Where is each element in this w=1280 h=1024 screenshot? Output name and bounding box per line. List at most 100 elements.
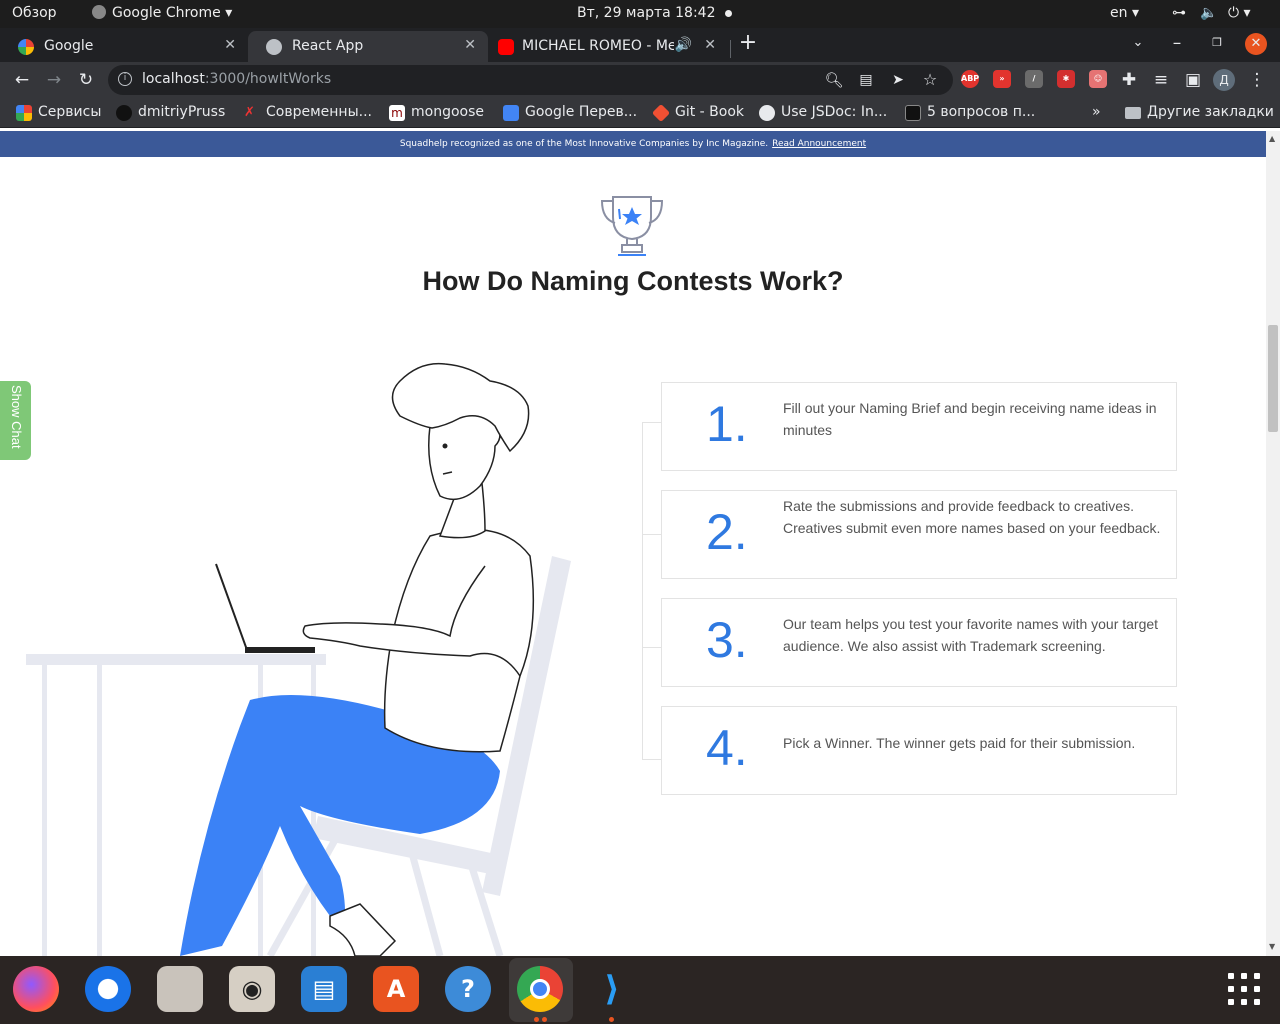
tab-youtube[interactable]: MICHAEL ROMEO - Me 🔊 ✕ bbox=[488, 31, 728, 62]
rail-tick bbox=[642, 422, 661, 423]
step-number: 4. bbox=[706, 720, 748, 776]
profile-avatar[interactable]: Д bbox=[1213, 69, 1235, 91]
bookmark-services[interactable]: Сервисы bbox=[16, 104, 102, 121]
help-icon[interactable]: ? bbox=[445, 966, 491, 1012]
volume-icon[interactable]: 🔈 bbox=[1200, 5, 1217, 21]
close-tab-icon[interactable]: ✕ bbox=[224, 37, 236, 53]
audio-playing-icon[interactable]: 🔊 bbox=[675, 37, 692, 53]
minimize-icon[interactable]: – bbox=[1165, 31, 1189, 55]
scroll-down-icon[interactable]: ▼ bbox=[1269, 942, 1275, 951]
close-tab-icon[interactable]: ✕ bbox=[464, 37, 476, 53]
info-icon[interactable]: i bbox=[118, 72, 132, 86]
show-applications-icon[interactable] bbox=[1228, 973, 1260, 1005]
notification-dot-icon bbox=[725, 9, 733, 17]
back-icon[interactable]: ← bbox=[10, 68, 34, 92]
bookmark-mongoose[interactable]: m mongoose bbox=[389, 104, 484, 121]
url-text: localhost:3000/howItWorks bbox=[142, 71, 331, 87]
bookmark-github[interactable]: dmitriyPruss bbox=[116, 104, 225, 121]
writer-icon[interactable]: ▤ bbox=[301, 966, 347, 1012]
extension-person-icon[interactable]: ☺ bbox=[1089, 70, 1107, 88]
show-chat-button[interactable]: Show Chat bbox=[0, 381, 31, 460]
tab-strip-icon[interactable]: ▤ bbox=[854, 68, 878, 92]
step-card-4: 4. Pick a Winner. The winner gets paid f… bbox=[661, 706, 1177, 795]
software-icon[interactable]: A bbox=[373, 966, 419, 1012]
bookmark-jsdoc[interactable]: Use JSDoc: In... bbox=[759, 104, 887, 121]
bookmark-other[interactable]: Другие закладки bbox=[1125, 104, 1274, 120]
chrome-icon[interactable] bbox=[517, 966, 563, 1012]
app-menu[interactable]: Google Chrome ▾ bbox=[92, 5, 232, 21]
close-tab-icon[interactable]: ✕ bbox=[704, 37, 716, 53]
read-announcement-link[interactable]: Read Announcement bbox=[772, 139, 866, 149]
step-card-3: 3. Our team helps you test your favorite… bbox=[661, 598, 1177, 687]
thunderbird-icon[interactable] bbox=[85, 966, 131, 1012]
running-indicator bbox=[534, 1017, 539, 1022]
tab-search-icon[interactable]: ⌄ bbox=[1126, 31, 1150, 55]
url-host: localhost bbox=[142, 71, 205, 87]
restore-icon[interactable]: ❐ bbox=[1205, 31, 1229, 55]
bookmarks-bar: Сервисы dmitriyPruss ✗ Современны... m mon… bbox=[0, 98, 1280, 128]
rail-tick bbox=[642, 534, 661, 535]
clock-label: Вт, 29 марта 18:42 bbox=[577, 5, 716, 21]
reload-icon[interactable]: ↻ bbox=[74, 68, 98, 92]
scrollbar-thumb[interactable] bbox=[1268, 325, 1278, 432]
step-number: 3. bbox=[706, 612, 748, 668]
address-bar[interactable]: i localhost:3000/howItWorks 🔍︎ ▤ ➤ ☆ bbox=[108, 65, 953, 95]
vscode-icon[interactable]: ⟩ bbox=[589, 966, 635, 1012]
globe-icon bbox=[266, 39, 282, 55]
step-text: Our team helps you test your favorite na… bbox=[783, 616, 1159, 654]
star-icon[interactable]: ☆ bbox=[918, 68, 942, 92]
tab-react-app[interactable]: React App ✕ bbox=[248, 31, 488, 62]
vscode-glyph: ⟩ bbox=[604, 969, 620, 1009]
bookmark-git-book[interactable]: Git - Book bbox=[651, 103, 744, 123]
red-x-icon: ✗ bbox=[244, 105, 255, 120]
bookmark-label: Современны... bbox=[266, 104, 372, 120]
language-selector[interactable]: en ▾ bbox=[1110, 5, 1139, 21]
tab-google[interactable]: Google ✕ bbox=[0, 31, 248, 62]
bookmark-label: Сервисы bbox=[38, 104, 102, 120]
person-laptop-illustration bbox=[26, 362, 571, 956]
bookmarks-overflow-icon[interactable]: » bbox=[1092, 104, 1101, 120]
step-number: 2. bbox=[706, 504, 748, 560]
bookmark-translate[interactable]: Google Перев... bbox=[503, 104, 637, 121]
media-control-icon[interactable]: ≡ bbox=[1149, 68, 1173, 92]
caret-down-icon: ▾ bbox=[1131, 5, 1139, 21]
extension-pen-icon[interactable]: / bbox=[1025, 70, 1043, 88]
bookmark-label: Другие закладки bbox=[1147, 104, 1274, 120]
rhythmbox-icon[interactable]: ◉ bbox=[229, 966, 275, 1012]
bookmark-questions[interactable]: 5 вопросов п... bbox=[905, 104, 1036, 121]
scroll-up-icon[interactable]: ▲ bbox=[1269, 134, 1275, 143]
clock[interactable]: Вт, 29 марта 18:42 bbox=[577, 5, 733, 21]
tab-label: React App bbox=[292, 38, 364, 54]
git-icon bbox=[651, 103, 671, 123]
firefox-icon[interactable] bbox=[13, 966, 59, 1012]
google-translate-icon bbox=[503, 105, 519, 121]
rail-tick bbox=[642, 647, 661, 648]
adblock-icon[interactable]: ABP bbox=[961, 70, 979, 88]
bookmark-label: 5 вопросов п... bbox=[927, 104, 1036, 120]
step-card-2: 2. Rate the submissions and provide feed… bbox=[661, 490, 1177, 579]
network-icon[interactable]: ⊶ bbox=[1172, 5, 1186, 21]
page-scrollbar[interactable]: ▲ ▼ bbox=[1266, 131, 1280, 956]
extension-red-icon[interactable]: » bbox=[993, 70, 1011, 88]
dock: ◉ ▤ A ? ⟩ bbox=[0, 956, 1280, 1024]
forward-icon[interactable]: → bbox=[42, 68, 66, 92]
apps-grid-icon bbox=[16, 105, 32, 121]
show-chat-label: Show Chat bbox=[9, 385, 24, 449]
running-indicator bbox=[609, 1017, 614, 1022]
page-title: How Do Naming Contests Work? bbox=[422, 266, 844, 296]
extensions-puzzle-icon[interactable]: ✚ bbox=[1117, 68, 1141, 92]
send-icon[interactable]: ➤ bbox=[886, 68, 910, 92]
announcement-banner: Squadhelp recognized as one of the Most … bbox=[0, 131, 1266, 157]
power-icon[interactable]: ⏻ ▾ bbox=[1228, 5, 1251, 21]
extension-bug-icon[interactable]: ✱ bbox=[1057, 70, 1075, 88]
bookmark-modern[interactable]: ✗ Современны... bbox=[244, 104, 372, 120]
activities-button[interactable]: Обзор bbox=[12, 5, 57, 21]
menu-kebab-icon[interactable]: ⋮ bbox=[1245, 68, 1269, 92]
youtube-icon bbox=[498, 39, 514, 55]
new-tab-icon[interactable]: + bbox=[736, 31, 760, 55]
reading-list-icon[interactable]: ▣ bbox=[1181, 68, 1205, 92]
zoom-icon[interactable]: 🔍︎ bbox=[822, 68, 846, 92]
files-icon[interactable] bbox=[157, 966, 203, 1012]
github-icon bbox=[116, 105, 132, 121]
close-window-icon[interactable]: ✕ bbox=[1245, 33, 1267, 55]
